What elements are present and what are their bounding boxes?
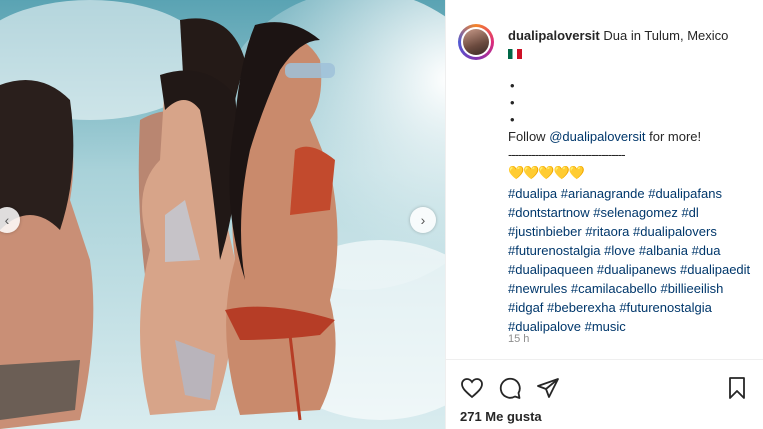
post-photo[interactable]: ‹ › — [0, 0, 445, 429]
hearts-emoji: 💛💛💛💛💛 — [508, 165, 585, 180]
bullet-3: • — [510, 112, 515, 127]
location-text: Dua in Tulum, Mexico — [603, 28, 729, 43]
heart-icon[interactable] — [460, 376, 484, 400]
beach-photo-illustration — [0, 0, 445, 429]
comment-icon[interactable] — [498, 376, 522, 400]
bookmark-icon[interactable] — [725, 376, 749, 400]
post-details-panel: dualipaloversit Dua in Tulum, Mexico • •… — [445, 0, 763, 429]
follow-suffix: for more! — [645, 129, 702, 144]
send-icon[interactable] — [536, 376, 560, 400]
hashtags[interactable]: #dualipa #arianagrande #dualipafans #don… — [508, 184, 758, 336]
bullet-2: • — [510, 95, 515, 110]
username-link[interactable]: dualipaloversit — [508, 28, 600, 43]
divider — [446, 359, 763, 360]
likes-count[interactable]: 271 Me gusta — [460, 409, 542, 424]
post-caption: dualipaloversit Dua in Tulum, Mexico • •… — [508, 27, 758, 336]
separator-line: ----------------------------------- — [508, 147, 626, 162]
bullet-1: • — [510, 78, 515, 93]
chevron-right-icon[interactable]: › — [410, 207, 436, 233]
action-bar — [460, 376, 560, 400]
mexico-flag-icon — [508, 49, 522, 59]
follow-line: Follow @dualipaloversit for more! — [508, 128, 758, 146]
post-timestamp[interactable]: 15 h — [508, 333, 529, 345]
mention-link[interactable]: @dualipaloversit — [549, 129, 645, 144]
avatar[interactable] — [458, 24, 494, 60]
follow-prefix: Follow — [508, 129, 550, 144]
